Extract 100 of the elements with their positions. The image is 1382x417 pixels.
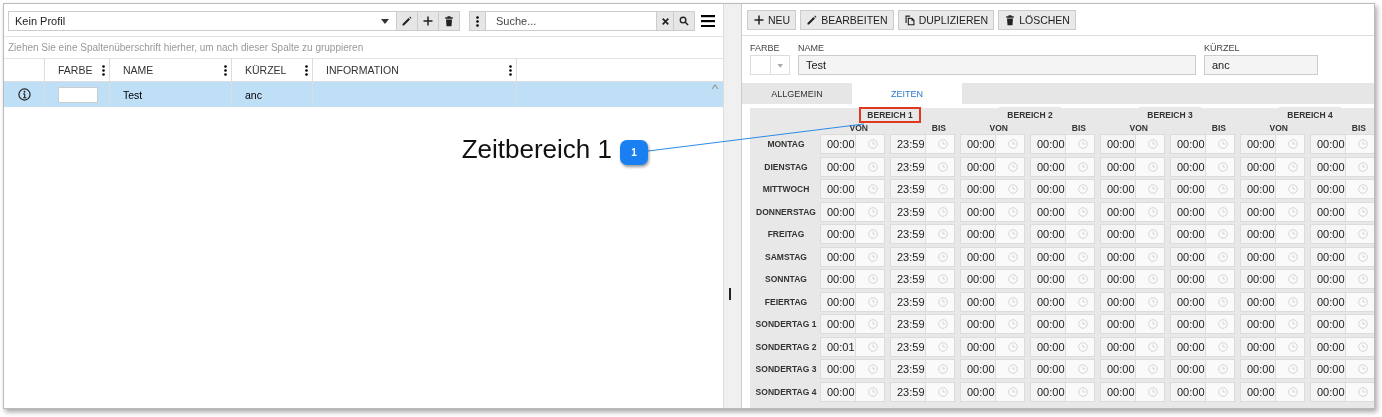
time-field[interactable]: 00:00 xyxy=(1170,314,1235,334)
time-field[interactable]: 00:00 xyxy=(1240,156,1305,177)
clock-icon[interactable] xyxy=(1007,274,1018,284)
clock-icon[interactable] xyxy=(867,161,878,172)
time-field[interactable]: 00:00 xyxy=(820,134,885,154)
column-menu-icon[interactable] xyxy=(102,64,105,76)
time-field[interactable]: 00:00 xyxy=(1240,291,1305,312)
clock-icon[interactable] xyxy=(1287,274,1298,284)
clock-icon[interactable] xyxy=(1007,229,1018,239)
time-field[interactable]: 00:00 xyxy=(1100,269,1165,289)
time-field[interactable]: 00:00 xyxy=(820,156,885,177)
clock-icon[interactable] xyxy=(1077,184,1088,194)
clock-icon[interactable] xyxy=(1147,386,1158,397)
time-field[interactable]: 00:00 xyxy=(1170,291,1235,312)
time-field[interactable]: 00:00 xyxy=(820,269,885,289)
clock-icon[interactable] xyxy=(1357,161,1368,172)
clock-icon[interactable] xyxy=(1147,229,1158,239)
time-field[interactable]: 00:00 xyxy=(960,359,1025,379)
time-field[interactable]: 00:00 xyxy=(1030,156,1095,177)
time-field[interactable]: 00:00 xyxy=(1310,179,1374,199)
time-field[interactable]: 00:00 xyxy=(960,336,1025,357)
time-field[interactable]: 23:59 xyxy=(890,179,955,199)
time-field[interactable]: 00:00 xyxy=(820,359,885,379)
clock-icon[interactable] xyxy=(1357,274,1368,284)
time-field[interactable]: 00:00 xyxy=(1030,179,1095,199)
clock-icon[interactable] xyxy=(1287,161,1298,172)
clock-icon[interactable] xyxy=(1217,251,1228,262)
time-field[interactable]: 23:59 xyxy=(890,201,955,222)
clock-icon[interactable] xyxy=(937,341,948,352)
time-field[interactable]: 00:00 xyxy=(1100,134,1165,154)
time-field[interactable]: 23:59 xyxy=(890,134,955,154)
time-field[interactable]: 00:00 xyxy=(1240,359,1305,379)
clock-icon[interactable] xyxy=(1287,139,1298,149)
clock-icon[interactable] xyxy=(1147,341,1158,352)
time-field[interactable]: 00:00 xyxy=(1030,134,1095,154)
time-field[interactable]: 23:59 xyxy=(890,381,955,402)
time-field[interactable]: 00:00 xyxy=(1030,314,1095,334)
clock-icon[interactable] xyxy=(1007,251,1018,262)
clock-icon[interactable] xyxy=(937,364,948,374)
time-field[interactable]: 00:00 xyxy=(1030,381,1095,402)
clock-icon[interactable] xyxy=(867,296,878,307)
clock-icon[interactable] xyxy=(867,274,878,284)
column-header[interactable]: NAME xyxy=(123,64,154,76)
clock-icon[interactable] xyxy=(1147,319,1158,329)
clock-icon[interactable] xyxy=(937,206,948,217)
column-header[interactable]: INFORMATION xyxy=(326,64,399,76)
clock-icon[interactable] xyxy=(937,229,948,239)
clock-icon[interactable] xyxy=(937,251,948,262)
time-field[interactable]: 00:00 xyxy=(1240,269,1305,289)
clock-icon[interactable] xyxy=(937,386,948,397)
clock-icon[interactable] xyxy=(1077,341,1088,352)
time-field[interactable]: 00:00 xyxy=(1310,336,1374,357)
clock-icon[interactable] xyxy=(867,386,878,397)
clock-icon[interactable] xyxy=(1147,139,1158,149)
time-field[interactable]: 00:00 xyxy=(960,381,1025,402)
clock-icon[interactable] xyxy=(1217,274,1228,284)
tab[interactable]: ZEITEN xyxy=(852,83,962,104)
time-field[interactable]: 23:59 xyxy=(890,269,955,289)
clock-icon[interactable] xyxy=(1217,296,1228,307)
clock-icon[interactable] xyxy=(937,296,948,307)
clock-icon[interactable] xyxy=(1357,296,1368,307)
clock-icon[interactable] xyxy=(1217,139,1228,149)
toolbar-button[interactable]: NEU xyxy=(747,10,797,30)
clock-icon[interactable] xyxy=(1007,139,1018,149)
tab[interactable]: ALLGEMEIN xyxy=(742,83,852,104)
clock-icon[interactable] xyxy=(1077,229,1088,239)
clock-icon[interactable] xyxy=(1287,341,1298,352)
clock-icon[interactable] xyxy=(1077,206,1088,217)
time-field[interactable]: 00:00 xyxy=(820,201,885,222)
clock-icon[interactable] xyxy=(1217,184,1228,194)
clock-icon[interactable] xyxy=(1147,364,1158,374)
time-field[interactable]: 00:00 xyxy=(960,156,1025,177)
time-field[interactable]: 00:00 xyxy=(820,179,885,199)
clock-icon[interactable] xyxy=(1287,296,1298,307)
time-field[interactable]: 23:59 xyxy=(890,246,955,267)
time-field[interactable]: 00:00 xyxy=(1310,381,1374,402)
clock-icon[interactable] xyxy=(1217,229,1228,239)
toolbar-button[interactable]: BEARBEITEN xyxy=(800,10,894,30)
clock-icon[interactable] xyxy=(867,139,878,149)
clock-icon[interactable] xyxy=(1007,364,1018,374)
time-field[interactable]: 00:00 xyxy=(960,314,1025,334)
time-field[interactable]: 00:00 xyxy=(1030,359,1095,379)
clock-icon[interactable] xyxy=(1147,296,1158,307)
splitter-handle[interactable] xyxy=(729,288,731,300)
clock-icon[interactable] xyxy=(1007,296,1018,307)
clock-icon[interactable] xyxy=(1077,364,1088,374)
scroll-up-icon[interactable] xyxy=(711,83,719,91)
clock-icon[interactable] xyxy=(867,229,878,239)
time-field[interactable]: 00:00 xyxy=(820,314,885,334)
time-field[interactable]: 00:00 xyxy=(1240,381,1305,402)
delete-button[interactable] xyxy=(438,11,460,31)
clock-icon[interactable] xyxy=(1217,206,1228,217)
time-field[interactable]: 00:00 xyxy=(1170,224,1235,244)
time-field[interactable]: 00:00 xyxy=(1100,381,1165,402)
clock-icon[interactable] xyxy=(1287,386,1298,397)
clock-icon[interactable] xyxy=(867,206,878,217)
table-row[interactable]: Test anc xyxy=(4,82,723,107)
column-menu-icon[interactable] xyxy=(305,64,308,76)
time-field[interactable]: 00:00 xyxy=(1100,336,1165,357)
time-field[interactable]: 00:00 xyxy=(820,291,885,312)
